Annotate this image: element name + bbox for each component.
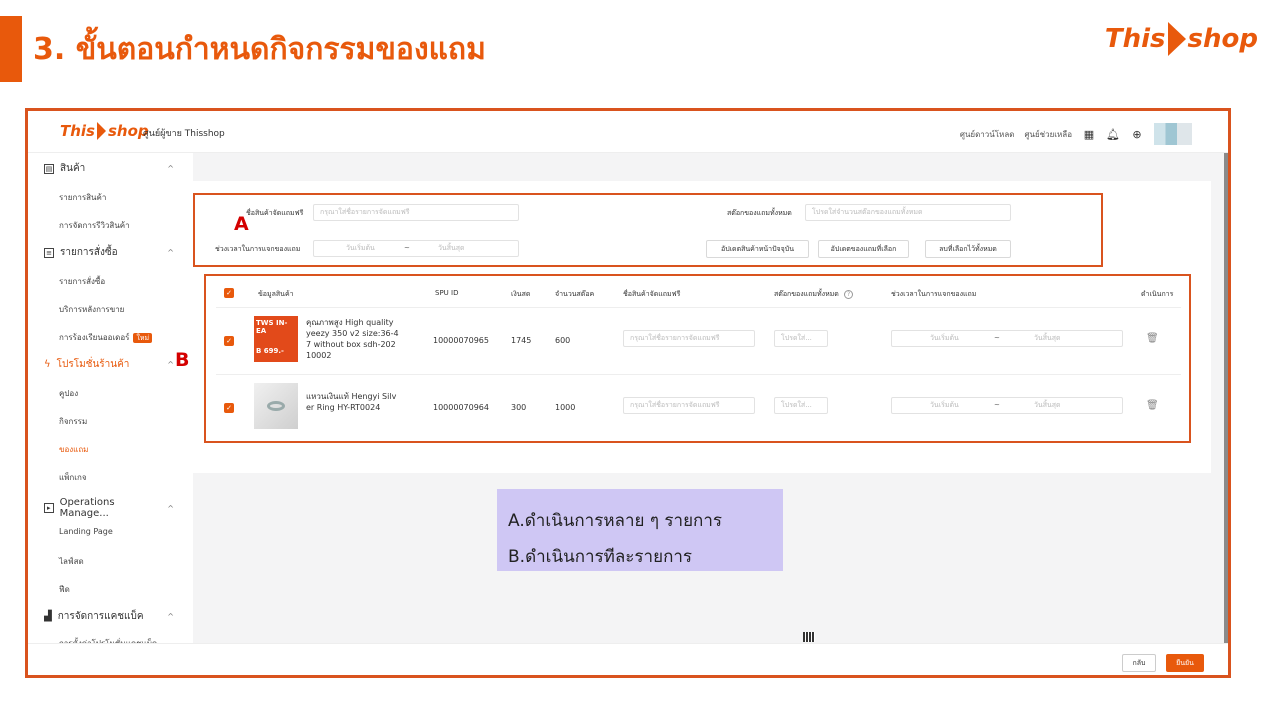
sidebar-item-packages[interactable]: แพ็กเกจ	[59, 471, 87, 484]
annotation-box-b	[204, 274, 1191, 443]
accent-bar	[0, 16, 22, 82]
sidebar-item-landing-page[interactable]: Landing Page	[59, 527, 113, 536]
lightning-icon: ϟ	[44, 359, 51, 370]
help-center-link[interactable]: ศูนย์ช่วยเหลือ	[1024, 128, 1072, 141]
legend-b: B.ดำเนินการทีละรายการ	[508, 547, 693, 567]
brand-arrow-icon	[1167, 22, 1186, 56]
globe-icon[interactable]: ⊕	[1130, 127, 1144, 141]
sidebar-item-feed[interactable]: ฟีด	[59, 583, 70, 596]
sidebar-item-order-list[interactable]: รายการสั่งซื้อ	[59, 275, 105, 288]
legend-box: A.ดำเนินการหลาย ๆ รายการ B.ดำเนินการทีละ…	[497, 489, 783, 571]
topbar-logo[interactable]: This shop	[60, 122, 149, 140]
sidebar-group-operations[interactable]: ▸ Operations Manage... ^	[44, 497, 174, 519]
sidebar-group-label: สินค้า	[60, 163, 86, 174]
bell-icon[interactable]: 🔔︎	[1106, 127, 1120, 141]
qr-code-icon[interactable]: ▦	[1082, 127, 1096, 141]
order-icon: ≡	[44, 247, 54, 258]
avatar[interactable]	[1154, 123, 1192, 145]
topbar: This shop ศูนย์ผู้ขาย Thisshop ศูนย์ดาวน…	[28, 111, 1228, 153]
sidebar-group-label: Operations Manage...	[59, 497, 115, 519]
footer-bar: กลับ ยืนยัน	[28, 643, 1228, 675]
sidebar-group-cashback[interactable]: ▟ การจัดการแคชแบ็ค ^	[44, 609, 174, 624]
screenshot-frame: This shop ศูนย์ผู้ขาย Thisshop ศูนย์ดาวน…	[25, 108, 1231, 678]
chevron-up-icon: ^	[167, 612, 174, 621]
seller-center-label: ศูนย์ผู้ขาย Thisshop	[143, 129, 225, 139]
chart-icon: ▟	[44, 611, 52, 622]
sidebar-group-label: โปรโมชั่นร้านค้า	[56, 359, 130, 370]
logo-arrow-icon	[96, 122, 106, 140]
chevron-up-icon: ^	[167, 164, 174, 173]
sidebar-item-gifts[interactable]: ของแถม	[59, 443, 88, 456]
sidebar-item-product-list[interactable]: รายการสินค้า	[59, 191, 106, 204]
sidebar-item-live[interactable]: ไลฟ์สด	[59, 555, 84, 568]
sidebar-group-orders[interactable]: ≡ รายการสั่งซื้อ ^	[44, 245, 174, 260]
sidebar-group-promotions[interactable]: ϟ โปรโมชั่นร้านค้า ^	[44, 357, 174, 372]
annotation-letter-a: A	[234, 213, 249, 235]
new-badge: ใหม่	[133, 333, 153, 343]
sidebar-item-order-complaints[interactable]: การร้องเรียนออเดอร์ ใหม่	[59, 331, 153, 344]
sidebar: ▤ สินค้า ^ รายการสินค้า การจัดการรีวิวสิ…	[28, 153, 193, 675]
sidebar-group-label: การจัดการแคชแบ็ค	[57, 611, 144, 622]
chevron-up-icon: ^	[167, 360, 174, 369]
sidebar-item-coupons[interactable]: คูปอง	[59, 387, 78, 400]
sidebar-item-after-sales[interactable]: บริการหลังการขาย	[59, 303, 124, 316]
chevron-up-icon: ^	[167, 248, 174, 257]
download-center-link[interactable]: ศูนย์ดาวน์โหลด	[960, 128, 1015, 141]
brand-this: This	[1104, 24, 1166, 54]
sidebar-item-activities[interactable]: กิจกรรม	[59, 415, 87, 428]
sidebar-group-label: รายการสั่งซื้อ	[60, 247, 118, 258]
chevron-up-icon: ^	[167, 503, 174, 513]
annotation-letter-b: B	[175, 349, 190, 371]
sidebar-group-products[interactable]: ▤ สินค้า ^	[44, 161, 174, 176]
brand-shop: shop	[1187, 24, 1258, 54]
confirm-button[interactable]: ยืนยัน	[1166, 654, 1204, 672]
sidebar-item-label: การร้องเรียนออเดอร์	[59, 333, 130, 342]
scrollbar[interactable]	[1224, 153, 1228, 643]
topbar-logo-this: This	[60, 122, 95, 140]
brand-logo: This shop	[1105, 22, 1258, 56]
slide: 3. ขั้นตอนกำหนดกิจกรรมของแถม This shop T…	[0, 0, 1280, 720]
sidebar-item-review-management[interactable]: การจัดการรีวิวสินค้า	[59, 219, 130, 232]
topbar-actions: ศูนย์ดาวน์โหลด ศูนย์ช่วยเหลือ ▦ 🔔︎ ⊕	[960, 123, 1192, 145]
annotation-box-a	[193, 193, 1103, 267]
legend-a: A.ดำเนินการหลาย ๆ รายการ	[508, 511, 723, 531]
product-icon: ▤	[44, 163, 54, 174]
back-button[interactable]: กลับ	[1122, 654, 1156, 672]
qr-code-icon	[803, 632, 815, 642]
slide-title: 3. ขั้นตอนกำหนดกิจกรรมของแถม	[33, 32, 486, 67]
play-icon: ▸	[44, 503, 54, 513]
